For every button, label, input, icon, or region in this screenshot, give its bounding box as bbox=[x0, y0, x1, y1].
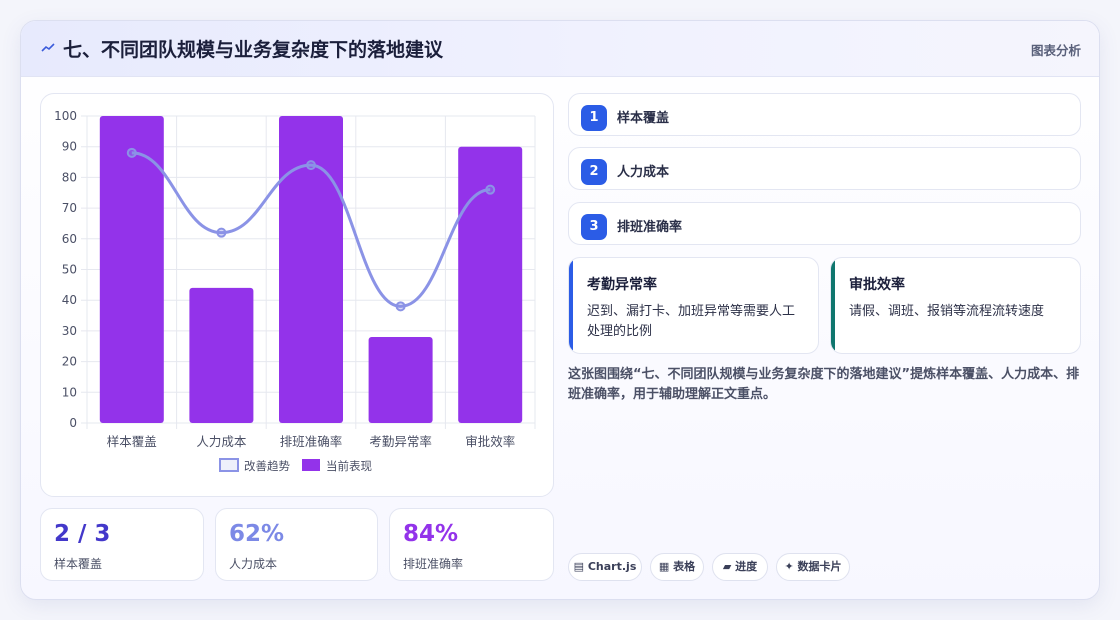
y-tick-label: 40 bbox=[62, 293, 77, 307]
x-tick-label: 样本覆盖 bbox=[107, 434, 157, 449]
summary-text: 这张图围绕“七、不同团队规模与业务复杂度下的落地建议”提炼样本覆盖、人力成本、排… bbox=[568, 367, 1080, 402]
kpi-card-accuracy: 84% 排班准确率 bbox=[389, 508, 554, 581]
combo-chart: 0 10 20 30 40 50 60 70 80 90 100 样本覆盖 人力成本 排班准确率 考勤异常率… bbox=[54, 109, 536, 473]
info-card-attendance: 考勤异常率 迟到、漏打卡、加班异常等需要人工处理的比例 bbox=[568, 257, 819, 354]
step-label: 排班准确率 bbox=[617, 220, 683, 235]
chart-panel: 0 10 20 30 40 50 60 70 80 90 100 样本覆盖 人力成本 排班准确率 考勤异常率… bbox=[40, 93, 554, 497]
trend-point bbox=[216, 227, 227, 238]
x-tick-label: 审批效率 bbox=[465, 434, 515, 449]
sparkle-icon: ✦ bbox=[784, 560, 794, 573]
legend-label: 当前表现 bbox=[326, 459, 372, 473]
trend-point bbox=[485, 184, 496, 195]
info-title: 考勤异常率 bbox=[587, 277, 657, 293]
kpi-card-coverage: 2 / 3 样本覆盖 bbox=[40, 508, 204, 581]
progress-icon: ▰ bbox=[722, 560, 732, 573]
chip-label: 表格 bbox=[673, 560, 696, 573]
trend-point bbox=[126, 147, 137, 158]
bar bbox=[368, 337, 433, 423]
kpi-value: 2 / 3 bbox=[54, 521, 111, 547]
legend-swatch-trend bbox=[219, 458, 239, 472]
y-tick-label: 70 bbox=[62, 201, 77, 215]
y-tick-label: 50 bbox=[62, 263, 77, 277]
x-tick-label: 人力成本 bbox=[196, 434, 247, 449]
kpi-value: 62% bbox=[229, 521, 285, 547]
kpi-card-cost: 62% 人力成本 bbox=[215, 508, 378, 581]
y-tick-label: 100 bbox=[54, 109, 77, 123]
chip-chartjs[interactable]: ▤ Chart.js bbox=[568, 553, 642, 581]
chip-table[interactable]: ▦ 表格 bbox=[650, 553, 704, 581]
info-desc: 迟到、漏打卡、加班异常等需要人工处理的比例 bbox=[587, 304, 796, 339]
bar bbox=[189, 287, 254, 423]
x-tick-label: 排班准确率 bbox=[280, 434, 343, 449]
chip-datacard[interactable]: ✦ 数据卡片 bbox=[776, 553, 850, 581]
chart-icon: ▤ bbox=[573, 560, 585, 573]
y-tick-label: 30 bbox=[62, 324, 77, 338]
trend-icon bbox=[41, 43, 55, 52]
info-title: 审批效率 bbox=[849, 277, 905, 293]
step-number: 2 bbox=[581, 159, 607, 185]
legend-label: 改善趋势 bbox=[244, 459, 290, 473]
accent-bar bbox=[831, 258, 835, 353]
step-item-3[interactable]: 3 排班准确率 bbox=[568, 202, 1081, 245]
chip-label: 进度 bbox=[735, 560, 758, 573]
chip-label: Chart.js bbox=[587, 560, 637, 573]
y-tick-label: 20 bbox=[62, 355, 77, 369]
y-tick-label: 60 bbox=[62, 232, 77, 246]
kpi-label: 排班准确率 bbox=[403, 557, 464, 571]
step-item-2[interactable]: 2 人力成本 bbox=[568, 147, 1081, 190]
y-tick-label: 0 bbox=[69, 416, 77, 430]
info-desc: 请假、调班、报销等流程流转速度 bbox=[849, 304, 1045, 319]
kpi-label: 人力成本 bbox=[229, 557, 278, 571]
table-icon: ▦ bbox=[658, 560, 670, 573]
step-label: 样本覆盖 bbox=[617, 111, 670, 126]
accent-bar bbox=[569, 258, 573, 353]
chart-card: 七、不同团队规模与业务复杂度下的落地建议 图表分析 0 10 20 30 40 50 60 7… bbox=[20, 20, 1100, 600]
trend-point bbox=[306, 160, 316, 171]
legend-swatch-current bbox=[302, 459, 320, 471]
step-number: 1 bbox=[581, 105, 607, 131]
page-title: 七、不同团队规模与业务复杂度下的落地建议 bbox=[63, 39, 444, 61]
info-card-approval: 审批效率 请假、调班、报销等流程流转速度 bbox=[830, 257, 1081, 354]
kpi-label: 样本覆盖 bbox=[54, 557, 103, 571]
y-tick-label: 80 bbox=[62, 170, 77, 184]
chip-label: 数据卡片 bbox=[797, 560, 842, 573]
step-label: 人力成本 bbox=[617, 165, 670, 180]
card-header: 七、不同团队规模与业务复杂度下的落地建议 图表分析 bbox=[21, 21, 1099, 77]
y-tick-label: 10 bbox=[62, 385, 77, 399]
trend-point bbox=[395, 301, 406, 312]
x-tick-label: 考勤异常率 bbox=[369, 434, 432, 449]
y-tick-label: 90 bbox=[62, 140, 77, 154]
header-tag[interactable]: 图表分析 bbox=[1031, 40, 1081, 59]
chip-progress[interactable]: ▰ 进度 bbox=[712, 553, 768, 581]
step-number: 3 bbox=[581, 214, 607, 240]
step-item-1[interactable]: 1 样本覆盖 bbox=[568, 93, 1081, 136]
kpi-value: 84% bbox=[403, 521, 459, 547]
